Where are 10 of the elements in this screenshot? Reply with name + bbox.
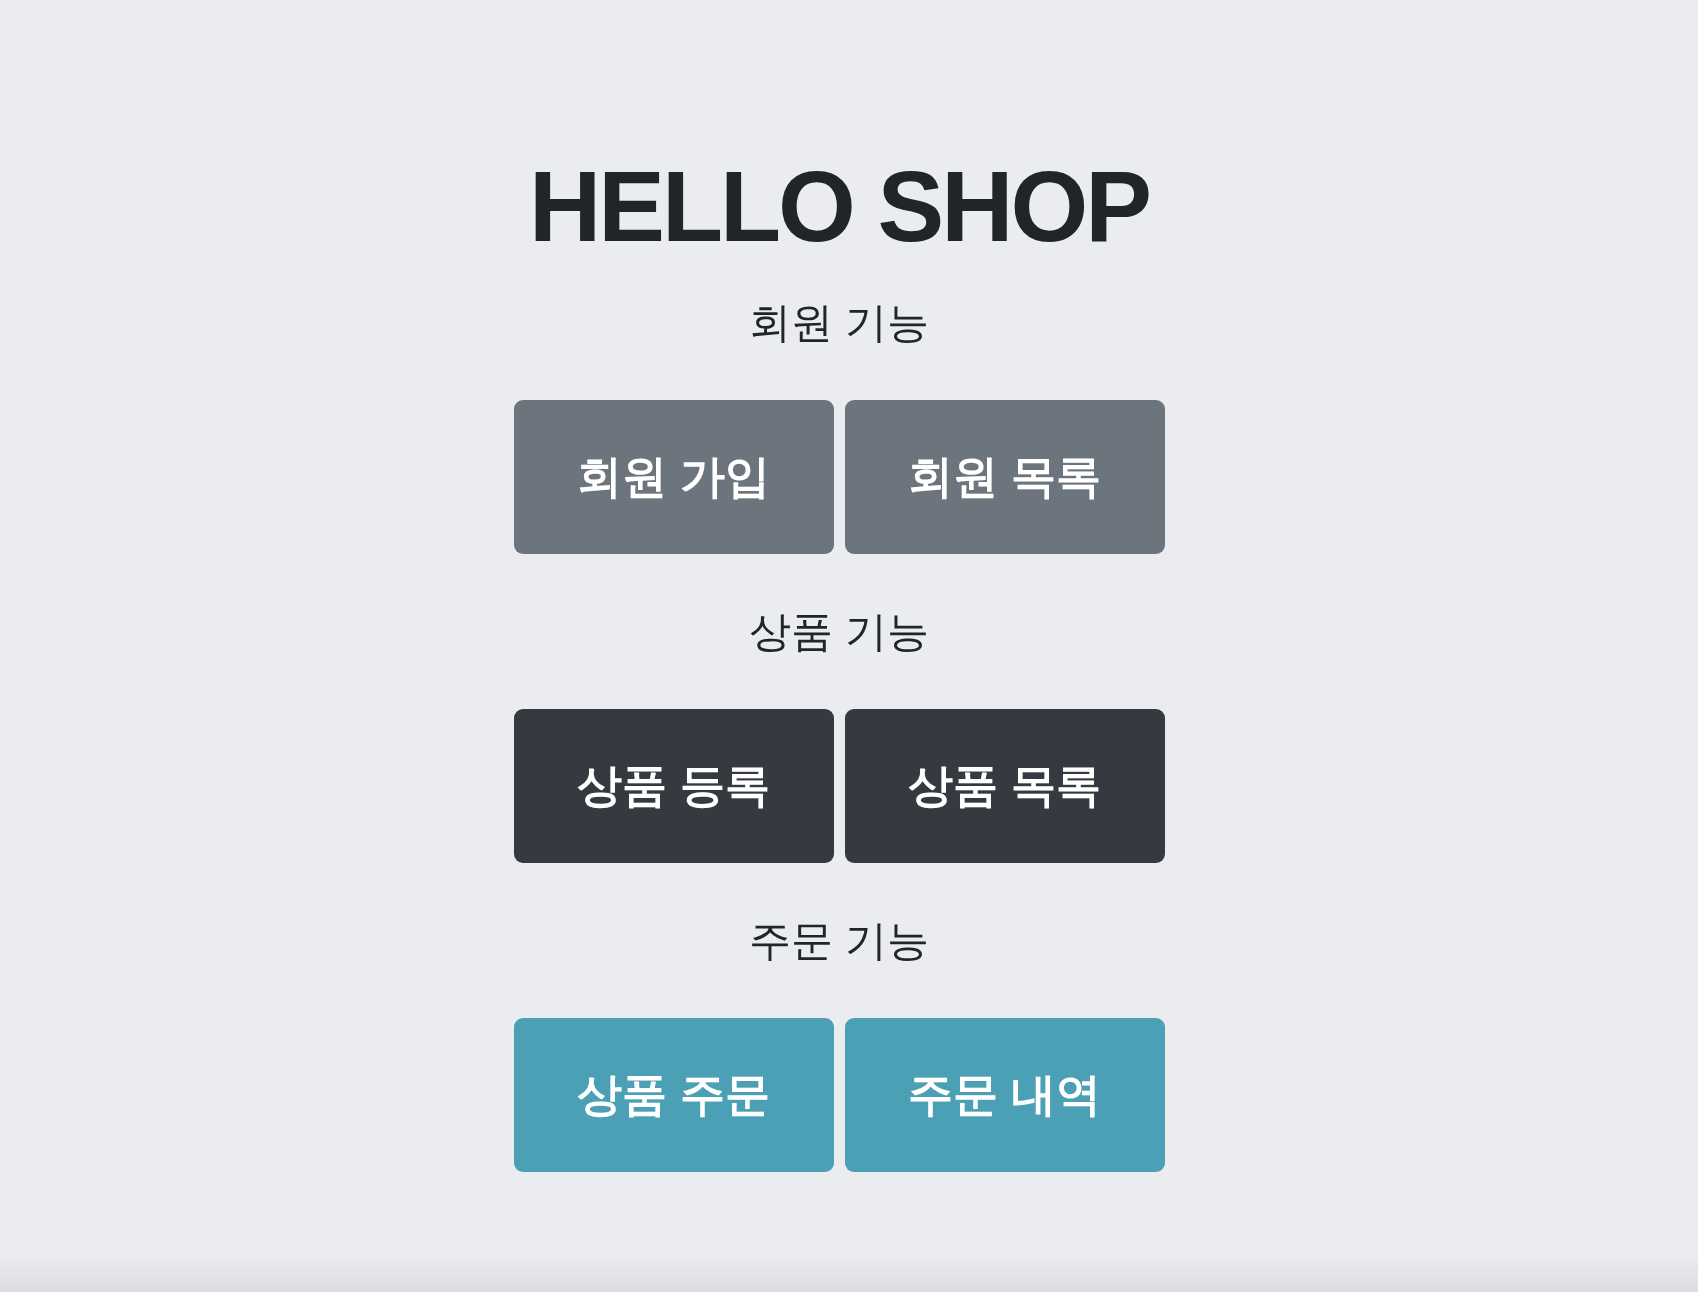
- nav-button[interactable]: 주문 내역: [844, 1018, 1165, 1172]
- section-heading: 상품 기능: [749, 607, 929, 657]
- section-heading: 회원 기능: [749, 298, 929, 348]
- nav-button[interactable]: 상품 목록: [844, 709, 1165, 863]
- nav-button[interactable]: 회원 목록: [844, 400, 1165, 554]
- nav-button[interactable]: 회원 가입: [513, 400, 834, 554]
- nav-button[interactable]: 상품 주문: [513, 1018, 834, 1172]
- nav-button[interactable]: 상품 등록: [513, 709, 834, 863]
- section-heading: 주문 기능: [749, 916, 929, 966]
- page-title: HELLO SHOP: [528, 149, 1150, 264]
